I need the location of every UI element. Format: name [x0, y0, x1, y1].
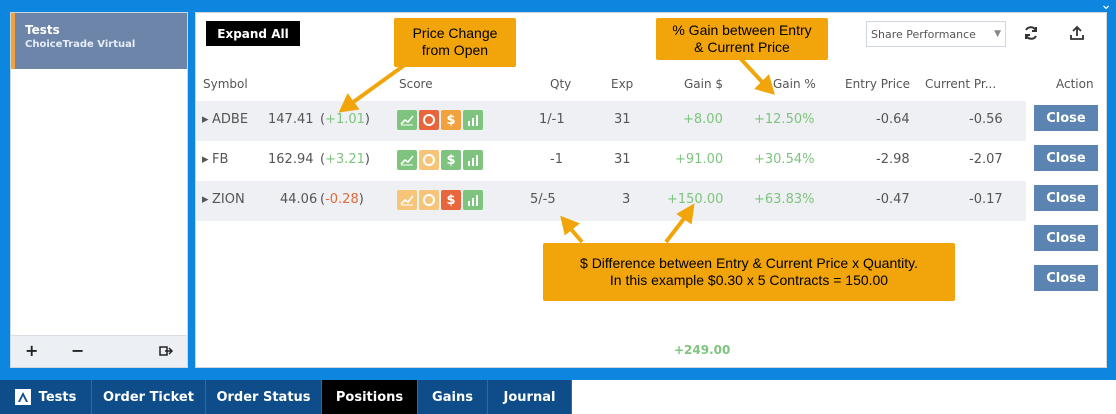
tab-gains[interactable]: Gains [418, 380, 488, 414]
tab-label: Gains [432, 389, 473, 405]
app-logo-icon [14, 389, 31, 405]
callout-arrows [338, 56, 775, 244]
tab-label: Order Ticket [103, 389, 194, 405]
callout-difference: $ Difference between Entry & Current Pri… [543, 243, 955, 301]
callout-difference-line1: $ Difference between Entry & Current Pri… [580, 255, 918, 271]
bottom-tab-bar: Tests Order Ticket Order Status Position… [0, 380, 572, 414]
tab-label: Positions [335, 389, 404, 405]
callout-price-change-line2: from Open [421, 42, 489, 58]
callout-gain-pct-line1: % Gain between Entry [672, 22, 812, 38]
bottom-strip [572, 380, 1116, 414]
callout-gain-pct-line2: & Current Price [694, 39, 790, 55]
tab-order-status[interactable]: Order Status [206, 380, 322, 414]
tab-label: Tests [38, 389, 77, 405]
tab-label: Journal [503, 389, 556, 405]
tab-journal[interactable]: Journal [488, 380, 572, 414]
callout-gain-pct: % Gain between Entry & Current Price [656, 18, 828, 60]
tab-order-ticket[interactable]: Order Ticket [92, 380, 206, 414]
callout-difference-line2: In this example $0.30 x 5 Contracts = 15… [609, 272, 889, 288]
callout-price-change: Price Change from Open [394, 18, 516, 67]
tab-label: Order Status [216, 389, 311, 405]
tab-tests[interactable]: Tests [0, 380, 92, 414]
callout-price-change-line1: Price Change [412, 25, 498, 41]
tab-positions[interactable]: Positions [322, 380, 418, 414]
